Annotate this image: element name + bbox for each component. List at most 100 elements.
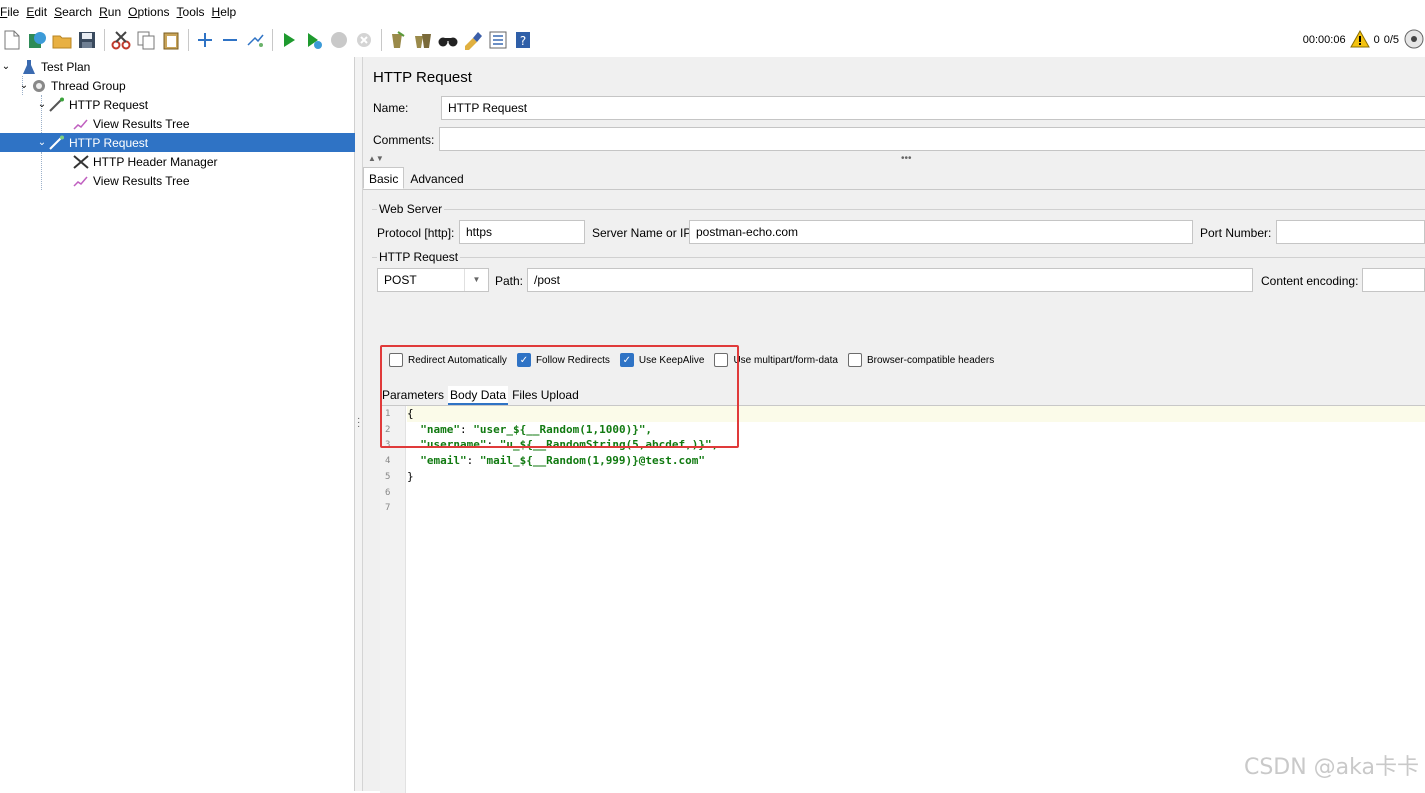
- encoding-field[interactable]: [1362, 268, 1425, 292]
- start-icon[interactable]: [277, 28, 301, 52]
- chart-icon: [72, 173, 90, 189]
- protocol-label: Protocol [http]:: [377, 226, 454, 240]
- chevron-down-icon[interactable]: ⌄: [36, 99, 48, 110]
- toolbar-separator: [381, 29, 382, 51]
- checkbox-follow-redirects[interactable]: ✓Follow Redirects: [517, 353, 610, 367]
- chevron-down-icon[interactable]: ⌄: [18, 80, 30, 91]
- checkbox-empty-icon[interactable]: [389, 353, 403, 367]
- path-field[interactable]: /post: [527, 268, 1253, 292]
- protocol-field[interactable]: https: [459, 220, 585, 244]
- tree-item-view-results-tree-2[interactable]: View Results Tree: [0, 171, 355, 190]
- warning-icon[interactable]: [1350, 30, 1370, 51]
- function-helper-icon[interactable]: [486, 28, 510, 52]
- collapse-arrows-icon[interactable]: ▲▼: [368, 154, 384, 163]
- new-icon[interactable]: [0, 28, 24, 52]
- more-icon[interactable]: •••: [901, 153, 912, 164]
- current-line-highlight: [407, 406, 1425, 422]
- checkbox-empty-icon[interactable]: [848, 353, 862, 367]
- tab-body-data[interactable]: Body Data: [448, 386, 508, 405]
- toggle-icon[interactable]: [243, 28, 267, 52]
- help-icon[interactable]: ?: [511, 28, 535, 52]
- tree-item-label: Thread Group: [51, 79, 126, 93]
- collapse-bar[interactable]: ▲▼ •••: [363, 156, 1425, 164]
- body-data-editor[interactable]: 1234567 { "name": "user_${__Random(1,100…: [380, 405, 1425, 792]
- wrench-icon: [72, 154, 90, 170]
- search-icon[interactable]: [436, 28, 460, 52]
- elapsed-timer: 00:00:06: [1303, 34, 1346, 46]
- tree-item-thread-group[interactable]: ⌄ Thread Group: [0, 76, 355, 95]
- reset-search-icon[interactable]: [461, 28, 485, 52]
- checkbox-use-keepalive[interactable]: ✓Use KeepAlive: [620, 353, 705, 367]
- checkbox-redirect-automatically[interactable]: Redirect Automatically: [389, 353, 507, 367]
- code-line: "name": "user_${__Random(1,1000)}",: [407, 423, 652, 436]
- name-label: Name:: [373, 101, 408, 115]
- flask-icon: [20, 59, 38, 75]
- tab-basic[interactable]: Basic: [363, 167, 404, 189]
- open-icon[interactable]: [50, 28, 74, 52]
- shutdown-icon[interactable]: [352, 28, 376, 52]
- menu-item-run[interactable]: Run: [96, 0, 125, 24]
- cut-icon[interactable]: [109, 28, 133, 52]
- stop-icon[interactable]: [327, 28, 351, 52]
- menu-item-file[interactable]: File: [0, 0, 23, 24]
- menu-label: ptions: [137, 5, 169, 19]
- path-label: Path:: [495, 274, 523, 288]
- json-value: "mail_${__Random(1,999)}@test.com": [480, 454, 705, 467]
- checkbox-checked-icon[interactable]: ✓: [517, 353, 531, 367]
- line-number: 6: [385, 488, 390, 498]
- remote-status-icon[interactable]: [1403, 28, 1425, 53]
- checkbox-browser-compatible-headers[interactable]: Browser-compatible headers: [848, 353, 994, 367]
- json-key: "username": [420, 438, 486, 451]
- line-number-gutter: 1234567: [380, 406, 406, 793]
- tree-item-label: HTTP Request: [69, 136, 148, 150]
- menu-item-options[interactable]: Options: [125, 0, 173, 24]
- menu-item-tools[interactable]: Tools: [174, 0, 209, 24]
- checkbox-use-multipart-form-data[interactable]: Use multipart/form-data: [714, 353, 837, 367]
- tab-files-upload[interactable]: Files Upload: [510, 386, 581, 405]
- menu-label: elp: [220, 5, 236, 19]
- toolbar: ? 00:00:06 0 0/5: [0, 26, 1425, 54]
- tab-parameters[interactable]: Parameters: [380, 386, 446, 405]
- splitter-grip-icon: ···: [357, 417, 360, 429]
- tree-item-header-manager[interactable]: HTTP Header Manager: [0, 152, 355, 171]
- tree-item-test-plan[interactable]: ⌄ Test Plan: [0, 57, 355, 76]
- toolbar-separator: [272, 29, 273, 51]
- tab-advanced[interactable]: Advanced: [404, 167, 469, 189]
- json-brace: }: [407, 470, 414, 483]
- line-number: 2: [385, 425, 390, 435]
- line-number: 7: [385, 503, 390, 513]
- dropdown-arrow-icon[interactable]: ▼: [464, 269, 488, 291]
- menu-item-help[interactable]: Help: [209, 0, 241, 24]
- menu-item-search[interactable]: Search: [51, 0, 96, 24]
- clear-icon[interactable]: [386, 28, 410, 52]
- comments-field[interactable]: [439, 127, 1425, 151]
- copy-icon[interactable]: [134, 28, 158, 52]
- server-field[interactable]: postman-echo.com: [689, 220, 1193, 244]
- method-select[interactable]: POST ▼: [377, 268, 489, 292]
- chevron-down-icon[interactable]: ⌄: [36, 137, 48, 148]
- json-colon: :: [486, 438, 499, 451]
- chevron-down-icon[interactable]: ⌄: [0, 61, 12, 72]
- port-field[interactable]: [1276, 220, 1425, 244]
- checkbox-empty-icon[interactable]: [714, 353, 728, 367]
- collapse-icon[interactable]: [218, 28, 242, 52]
- menu-item-edit[interactable]: Edit: [23, 0, 51, 24]
- test-plan-tree: ⌄ Test Plan ⌄ Thread Group ⌄ HTTP Reques…: [0, 57, 355, 791]
- paste-icon[interactable]: [159, 28, 183, 52]
- line-number: 5: [385, 472, 390, 482]
- clear-all-icon[interactable]: [411, 28, 435, 52]
- save-icon[interactable]: [75, 28, 99, 52]
- tree-item-label: HTTP Header Manager: [93, 155, 218, 169]
- tree-item-view-results-tree[interactable]: View Results Tree: [0, 114, 355, 133]
- name-field[interactable]: HTTP Request: [441, 96, 1425, 120]
- json-key: "email": [420, 454, 466, 467]
- panel-splitter[interactable]: ···: [355, 57, 363, 791]
- checkbox-checked-icon[interactable]: ✓: [620, 353, 634, 367]
- start-no-pauses-icon[interactable]: [302, 28, 326, 52]
- templates-icon[interactable]: [25, 28, 49, 52]
- code-line: "username": "u_${__RandomString(5,abcdef…: [407, 438, 718, 451]
- tree-item-http-request[interactable]: ⌄ HTTP Request: [0, 95, 355, 114]
- basic-tab-content: Web Server Protocol [http]: https Server…: [363, 189, 1425, 791]
- expand-icon[interactable]: [193, 28, 217, 52]
- tree-item-http-request-selected[interactable]: ⌄ HTTP Request: [0, 133, 355, 152]
